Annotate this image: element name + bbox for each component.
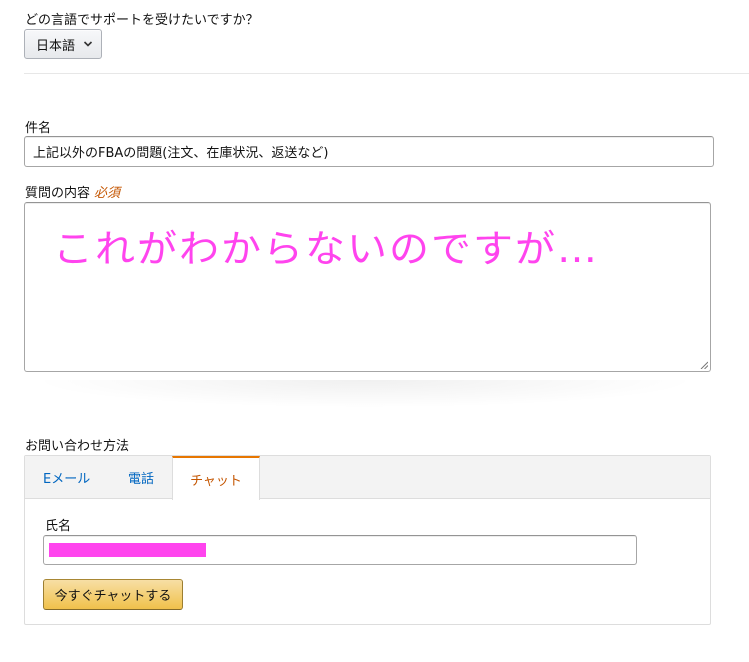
- chat-now-button[interactable]: 今すぐチャットする: [43, 579, 183, 610]
- subject-value: 上記以外のFBAの問題(注文、在庫状況、返送など): [33, 146, 329, 161]
- tab-chat[interactable]: チャット: [172, 456, 260, 500]
- chevron-down-icon: [83, 41, 93, 47]
- question-textarea[interactable]: これがわからないのですが…: [24, 202, 711, 372]
- handwritten-annotation: これがわからないのですが…: [53, 227, 599, 272]
- language-selected-value: 日本語: [36, 38, 76, 54]
- language-question: どの言語でサポートを受けたいですか？: [25, 13, 259, 28]
- tab-phone[interactable]: 電話: [128, 456, 154, 499]
- language-select[interactable]: 日本語: [24, 29, 102, 59]
- name-input[interactable]: [43, 535, 637, 565]
- subject-input[interactable]: 上記以外のFBAの問題(注文、在庫状況、返送など): [24, 136, 714, 167]
- resize-grip-icon[interactable]: [700, 361, 708, 369]
- contact-tabbar: Eメール 電話 チャット: [25, 456, 710, 500]
- section-shadow: [30, 380, 700, 408]
- subject-label: 件名: [25, 121, 52, 136]
- required-marker: 必須: [94, 186, 121, 201]
- name-label: 氏名: [45, 519, 72, 534]
- tab-email[interactable]: Eメール: [43, 456, 90, 499]
- contact-method-box: Eメール 電話 チャット 氏名 今すぐチャットする: [24, 455, 711, 625]
- redaction-bar: [49, 543, 206, 557]
- question-label: 質問の内容 必須: [25, 182, 120, 201]
- question-label-text: 質問の内容: [25, 186, 91, 201]
- section-divider: [24, 73, 749, 74]
- contact-method-label: お問い合わせ方法: [25, 439, 130, 454]
